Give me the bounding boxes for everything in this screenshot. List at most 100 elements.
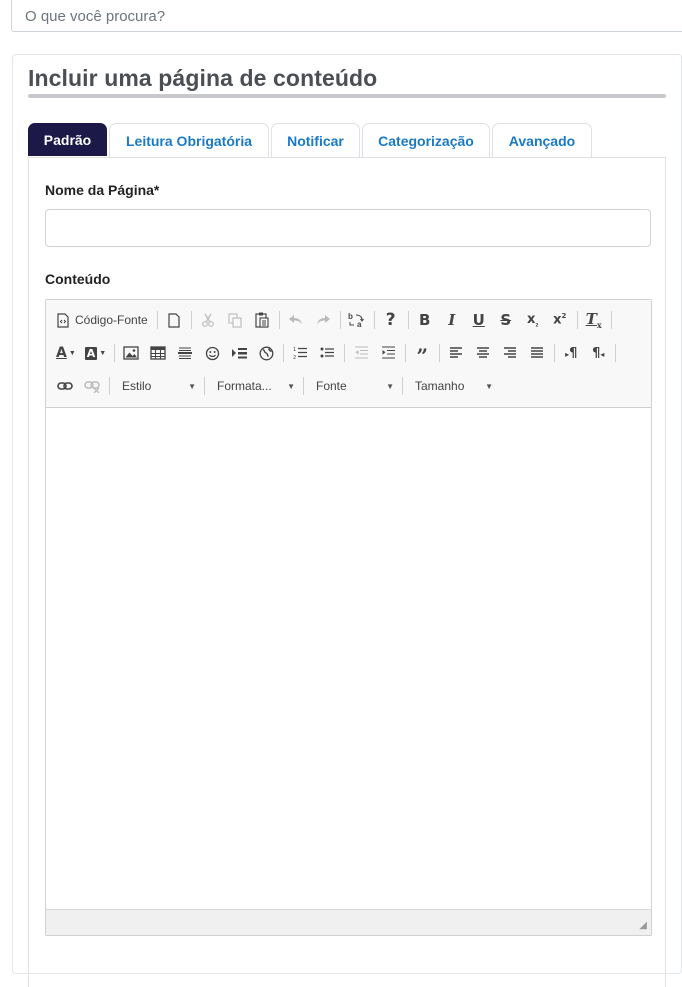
align-left-button[interactable] xyxy=(444,341,468,365)
title-underline xyxy=(28,94,666,98)
toolbar-separator xyxy=(156,311,158,329)
page-name-label: Nome da Página* xyxy=(45,182,160,198)
find-replace-icon: ba xyxy=(348,312,365,328)
paste-button[interactable] xyxy=(250,308,274,332)
page-break-button[interactable] xyxy=(227,341,251,365)
align-center-button[interactable] xyxy=(471,341,495,365)
find-replace-button[interactable]: ba xyxy=(345,308,369,332)
svg-text:b: b xyxy=(348,312,353,321)
underline-button[interactable]: U xyxy=(467,308,491,332)
paste-icon xyxy=(255,312,269,328)
align-center-icon xyxy=(476,347,490,359)
tab-categorizacao[interactable]: Categorização xyxy=(362,123,490,158)
toolbar-separator xyxy=(283,344,285,362)
italic-button[interactable]: I xyxy=(440,308,464,332)
toolbar-separator xyxy=(278,311,280,329)
strikethrough-icon: S xyxy=(500,311,512,329)
table-icon xyxy=(150,346,166,360)
cut-button[interactable] xyxy=(196,308,220,332)
numbered-list-icon: 12 xyxy=(293,346,308,360)
editor-content-area[interactable] xyxy=(46,408,651,909)
content-card: Incluir uma página de conteúdo Padrão Le… xyxy=(12,54,682,987)
justify-button[interactable] xyxy=(525,341,549,365)
new-page-icon xyxy=(168,312,180,328)
toolbar-separator xyxy=(407,311,409,329)
smiley-button[interactable] xyxy=(200,341,224,365)
tab-padrao[interactable]: Padrão xyxy=(28,123,107,156)
resize-grip-icon[interactable]: ◢ xyxy=(639,920,647,931)
text-color-button[interactable]: A ▼ xyxy=(53,341,79,365)
source-code-button[interactable]: Código-Fonte xyxy=(53,308,152,332)
table-button[interactable] xyxy=(146,341,170,365)
redo-button[interactable] xyxy=(311,308,335,332)
toolbar-separator xyxy=(576,311,578,329)
search-input[interactable] xyxy=(12,0,682,31)
background-color-icon: A xyxy=(84,346,98,360)
page-name-input[interactable] xyxy=(45,209,651,247)
undo-icon xyxy=(288,314,304,326)
align-right-icon xyxy=(503,347,517,359)
toolbar-row-1: Código-Fonte b a ? B I U S x₂ x2 Tx xyxy=(53,306,616,334)
align-right-button[interactable] xyxy=(498,341,522,365)
bold-button[interactable]: B xyxy=(413,308,437,332)
bulleted-list-icon xyxy=(320,346,335,360)
new-page-button[interactable] xyxy=(162,308,186,332)
horizontal-line-button[interactable] xyxy=(173,341,197,365)
toolbar-row-3: Estilo ▼ Formata... ▼ Fonte ▼ Tamanho ▼ xyxy=(53,372,499,400)
strikethrough-button[interactable]: S xyxy=(494,308,518,332)
iframe-icon xyxy=(259,346,274,361)
image-button[interactable] xyxy=(119,341,143,365)
toolbar-separator xyxy=(204,377,205,395)
bulleted-list-button[interactable] xyxy=(315,341,339,365)
chevron-down-icon: ▼ xyxy=(188,381,196,391)
unlink-icon xyxy=(83,380,101,393)
rtl-icon: ¶◂ xyxy=(592,345,605,361)
unlink-button[interactable] xyxy=(80,374,104,398)
superscript-icon: x2 xyxy=(553,312,567,328)
size-combo-label: Tamanho xyxy=(415,379,465,393)
subscript-icon: x₂ xyxy=(526,311,539,329)
svg-text:a: a xyxy=(357,320,362,328)
remove-format-button[interactable]: Tx xyxy=(582,308,606,332)
numbered-list-button[interactable]: 12 xyxy=(288,341,312,365)
tab-avancado[interactable]: Avançado xyxy=(492,123,592,158)
background-color-button[interactable]: A ▼ xyxy=(82,341,109,365)
iframe-button[interactable] xyxy=(254,341,278,365)
chevron-down-icon: ▼ xyxy=(386,381,394,391)
image-icon xyxy=(123,346,139,360)
search-bar xyxy=(11,0,682,32)
smiley-icon xyxy=(205,346,220,361)
rtl-button[interactable]: ¶◂ xyxy=(586,341,610,365)
rich-text-editor: Código-Fonte b a ? B I U S x₂ x2 Tx A ▼ … xyxy=(45,299,652,936)
content-label: Conteúdo xyxy=(45,271,111,287)
superscript-button[interactable]: x2 xyxy=(548,308,572,332)
subscript-button[interactable]: x₂ xyxy=(521,308,545,332)
toolbar-separator xyxy=(405,344,407,362)
link-icon xyxy=(57,381,73,391)
editor-toolbar: Código-Fonte b a ? B I U S x₂ x2 Tx A ▼ … xyxy=(46,300,651,408)
chevron-down-icon: ▼ xyxy=(485,381,493,391)
font-combo[interactable]: Fonte ▼ xyxy=(308,374,400,398)
tab-notificar[interactable]: Notificar xyxy=(271,123,360,158)
style-combo[interactable]: Estilo ▼ xyxy=(114,374,202,398)
ltr-button[interactable]: ▸¶ xyxy=(559,341,583,365)
copy-button[interactable] xyxy=(223,308,247,332)
toolbar-separator xyxy=(339,311,341,329)
toolbar-separator xyxy=(610,311,612,329)
ltr-icon: ▸¶ xyxy=(565,345,578,361)
toolbar-separator xyxy=(373,311,375,329)
tab-leitura-obrigatoria[interactable]: Leitura Obrigatória xyxy=(109,123,269,158)
toolbar-separator xyxy=(303,377,304,395)
increase-indent-button[interactable] xyxy=(376,341,400,365)
page-title: Incluir uma página de conteúdo xyxy=(28,65,378,91)
undo-button[interactable] xyxy=(284,308,308,332)
blockquote-button[interactable]: ” xyxy=(410,341,434,366)
help-button[interactable]: ? xyxy=(379,308,403,332)
toolbar-separator xyxy=(109,377,110,395)
cut-icon xyxy=(201,313,215,328)
size-combo[interactable]: Tamanho ▼ xyxy=(407,374,499,398)
format-combo[interactable]: Formata... ▼ xyxy=(209,374,301,398)
tab-bar: Padrão Leitura Obrigatória Notificar Cat… xyxy=(28,123,594,158)
link-button[interactable] xyxy=(53,374,77,398)
decrease-indent-button[interactable] xyxy=(349,341,373,365)
